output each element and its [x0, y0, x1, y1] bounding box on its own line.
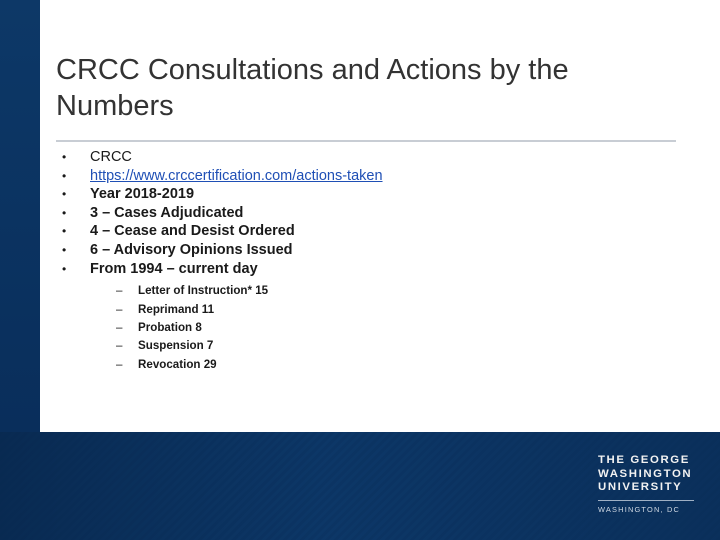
- bullet-glyph: •: [62, 261, 67, 276]
- list-item-link[interactable]: • https://www.crccertification.com/actio…: [48, 167, 688, 186]
- bullet-glyph: •: [62, 187, 67, 202]
- sub-list-item: – Probation 8: [90, 319, 688, 337]
- sub-list-item: – Revocation 29: [90, 356, 688, 374]
- sub-bullet-text: Revocation 29: [138, 357, 217, 371]
- left-accent-bar: [0, 0, 40, 432]
- list-item: • 6 – Advisory Opinions Issued: [48, 241, 688, 260]
- left-accent-bar-inner: [0, 0, 40, 432]
- dash-glyph: –: [116, 320, 123, 334]
- list-item: • 3 – Cases Adjudicated: [48, 204, 688, 223]
- title-divider: [56, 140, 676, 142]
- bullet-text: CRCC: [90, 149, 132, 165]
- sub-list-item: – Suspension 7: [90, 337, 688, 355]
- dash-glyph: –: [116, 339, 123, 353]
- logo-line-1: THE GEORGE: [598, 454, 690, 466]
- list-item: • CRCC: [48, 148, 688, 167]
- bullet-text: 6 – Advisory Opinions Issued: [90, 241, 293, 258]
- sub-bullet-wrap: – Letter of Instruction* 15 – Reprimand …: [90, 282, 688, 374]
- bullet-glyph: •: [62, 150, 67, 164]
- dash-glyph: –: [116, 302, 123, 316]
- list-item: • From 1994 – current day – Letter of In…: [48, 260, 688, 375]
- slide: CRCC Consultations and Actions by the Nu…: [0, 0, 720, 540]
- logo-line-4: WASHINGTON, DC: [598, 504, 681, 514]
- bullet-list: • CRCC • https://www.crccertification.co…: [48, 148, 688, 374]
- bullet-glyph: •: [62, 242, 67, 257]
- sub-bullet-text: Probation 8: [138, 320, 202, 334]
- slide-title: CRCC Consultations and Actions by the Nu…: [56, 54, 569, 122]
- bullet-glyph: •: [62, 205, 67, 220]
- logo-line-3: UNIVERSITY: [598, 481, 683, 493]
- footer-band: THE GEORGE WASHINGTON UNIVERSITY WASHING…: [0, 432, 720, 540]
- sub-bullet-text: Suspension 7: [138, 339, 214, 353]
- logo-divider: [598, 499, 694, 501]
- sub-list-item: – Letter of Instruction* 15: [90, 282, 688, 300]
- bullet-text: Year 2018-2019: [90, 186, 195, 203]
- sub-bullet-text: Reprimand 11: [138, 302, 215, 316]
- bullet-glyph: •: [62, 168, 67, 183]
- list-item: • 4 – Cease and Desist Ordered: [48, 222, 688, 241]
- sub-list-item: – Reprimand 11: [90, 301, 688, 319]
- dash-glyph: –: [116, 284, 123, 298]
- sub-bullet-text: Letter of Instruction* 15: [138, 284, 269, 298]
- slide-body: • CRCC • https://www.crccertification.co…: [48, 148, 688, 374]
- dash-glyph: –: [116, 357, 123, 371]
- bullet-text: 3 – Cases Adjudicated: [90, 204, 244, 221]
- gw-university-logo: THE GEORGE WASHINGTON UNIVERSITY WASHING…: [598, 454, 694, 515]
- sub-bullet-list: – Letter of Instruction* 15 – Reprimand …: [90, 282, 688, 374]
- hyperlink-text[interactable]: https://www.crccertification.com/actions…: [90, 168, 383, 184]
- list-item: • Year 2018-2019: [48, 185, 688, 204]
- bullet-text: 4 – Cease and Desist Ordered: [90, 223, 295, 240]
- bullet-glyph: •: [62, 224, 67, 239]
- logo-line-2: WASHINGTON: [598, 467, 693, 480]
- bullet-text: From 1994 – current day: [90, 260, 258, 277]
